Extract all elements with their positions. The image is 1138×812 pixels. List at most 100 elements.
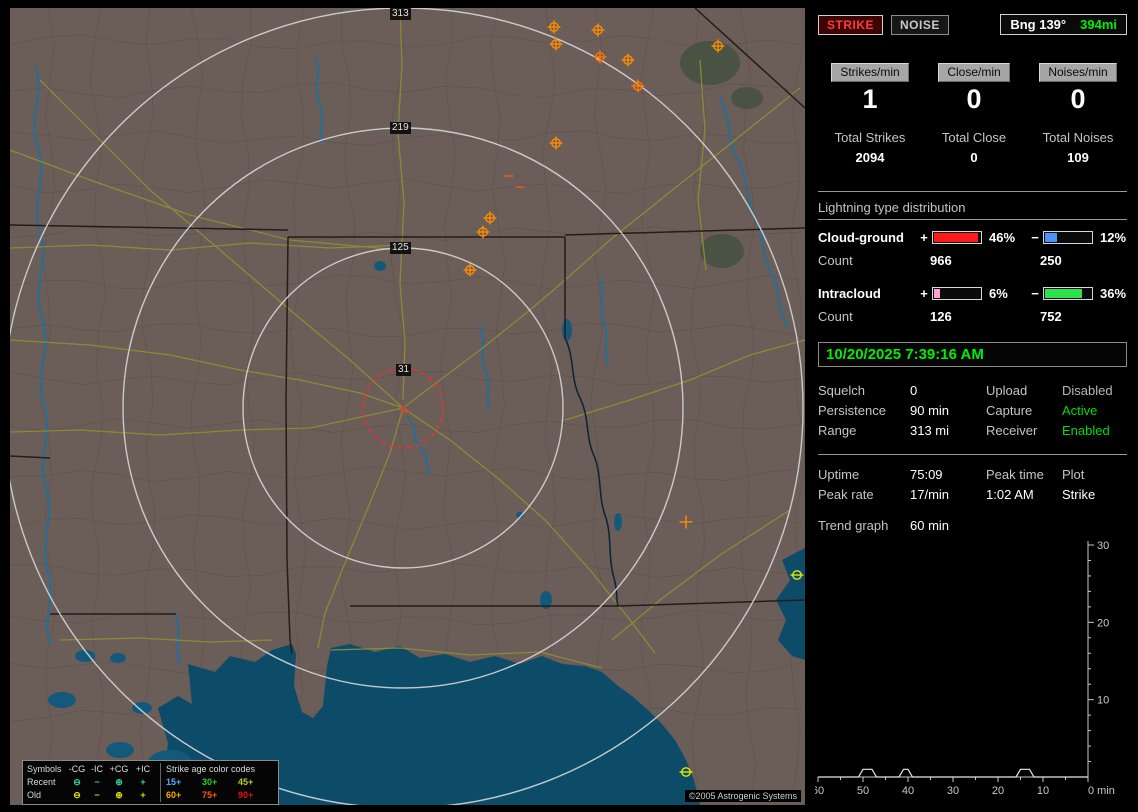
trend-axis-labels: 30 20 10 60 50 40 30 20 10 0 min [815, 540, 1115, 797]
strikes-per-min-label: Strikes/min [831, 63, 909, 82]
minus-sign: − [1031, 286, 1039, 301]
old-pos-cg-icon: ⊕ [115, 790, 123, 800]
peak-time-value: 1:02 AM [986, 487, 1034, 502]
age-30: 30+ [202, 777, 218, 787]
svg-text:20: 20 [1097, 617, 1109, 629]
recent-pos-ic-icon: + [140, 777, 146, 787]
squelch-label: Squelch [818, 383, 865, 398]
svg-text:20: 20 [992, 785, 1004, 797]
receiver-location-dot [401, 406, 405, 410]
old-neg-cg-icon: ⊖ [73, 790, 81, 800]
cg-minus-percent: 12% [1100, 230, 1127, 245]
distribution-title: Lightning type distribution [818, 200, 1127, 220]
strike-mode-button[interactable]: STRIKE [818, 14, 884, 35]
rate-labels-row: Strikes/min Close/min Noises/min [818, 63, 1130, 82]
svg-text:30: 30 [1097, 540, 1109, 552]
svg-text:0 min: 0 min [1088, 785, 1115, 797]
intracloud-label: Intracloud [818, 286, 881, 301]
trend-graph-label: Trend graph [818, 518, 889, 533]
capture-label: Capture [986, 403, 1033, 418]
svg-text:10: 10 [1037, 785, 1049, 797]
old-pos-ic-icon: + [140, 790, 146, 800]
uptime-label: Uptime [818, 467, 860, 482]
intracloud-counts: Count 126 752 [818, 309, 1130, 324]
trend-graph-range: 60 min [910, 518, 950, 533]
squelch-value: 0 [910, 383, 918, 398]
ic-minus-bar [1043, 287, 1093, 300]
cg-minus-bar [1043, 231, 1093, 244]
peak-rate-label: Peak rate [818, 487, 874, 502]
range-ring-label: 31 [396, 364, 412, 376]
count-label: Count [818, 309, 853, 324]
age-45: 45+ [238, 777, 254, 787]
total-noises-value: 109 [1067, 150, 1089, 165]
age-90: 90+ [238, 790, 254, 800]
count-label: Count [818, 253, 853, 268]
ic-minus-count: 752 [1040, 309, 1062, 324]
trend-graph-header: Trend graph 60 min [818, 518, 1130, 533]
bearing-readout: Bng 139° 394mi [1000, 14, 1127, 35]
upload-label: Upload [986, 383, 1028, 398]
map-legend: Symbols -CG -IC +CG +IC Recent ⊖ − ⊕ + O… [22, 760, 279, 805]
peak-time-label: Peak time [986, 467, 1044, 482]
peak-rate-value: 17/min [910, 487, 950, 502]
receiver-label: Receiver [986, 423, 1038, 438]
persistence-label: Persistence [818, 403, 886, 418]
legend-row-recent: Recent [27, 777, 56, 787]
minus-sign: − [1031, 230, 1039, 245]
intracloud-row: Intracloud + 6% − 36% [818, 286, 1130, 301]
range-ring-label: 125 [390, 242, 411, 254]
legend-symbols-header: Symbols [27, 764, 62, 774]
cg-plus-bar [932, 231, 982, 244]
svg-text:10: 10 [1097, 695, 1109, 707]
cg-plus-percent: 46% [989, 230, 1016, 245]
divider [818, 191, 1127, 192]
mode-toolbar: STRIKE NOISE Bng 139° 394mi [818, 14, 1130, 35]
plot-value: Strike [1062, 487, 1096, 502]
cloud-ground-row: Cloud-ground + 46% − 12% [818, 230, 1130, 245]
legend-col-neg-ic: -IC [91, 764, 103, 774]
plus-sign: + [920, 230, 928, 245]
cg-minus-count: 250 [1040, 253, 1062, 268]
bearing-value: 394mi [1080, 17, 1117, 32]
recent-neg-cg-icon: ⊖ [73, 777, 81, 787]
noise-mode-button[interactable]: NOISE [891, 14, 949, 35]
noises-per-min-value: 0 [1070, 84, 1086, 114]
svg-text:30: 30 [947, 785, 959, 797]
range-label: Range [818, 423, 857, 438]
bearing-label: Bng 139° [1010, 17, 1067, 32]
cg-plus-count: 966 [930, 253, 952, 268]
app-window: 313 219 125 31 Symbols -CG -IC +CG +IC Rece… [0, 0, 1138, 812]
close-per-min-value: 0 [966, 84, 982, 114]
persistence-value: 90 min [910, 403, 950, 418]
age-codes-title: Strike age color codes [166, 764, 256, 774]
total-close-label: Total Close [941, 130, 1007, 145]
trend-data-line [818, 768, 1088, 778]
total-strikes-label: Total Strikes [834, 130, 906, 145]
upload-status: Disabled [1062, 383, 1113, 398]
cloud-ground-label: Cloud-ground [818, 230, 904, 245]
trend-graph: 30 20 10 60 50 40 30 20 10 0 min [815, 540, 1115, 797]
age-75: 75+ [202, 790, 218, 800]
legend-col-pos-ic: +IC [135, 764, 151, 774]
cloud-ground-counts: Count 966 250 [818, 253, 1130, 268]
total-noises-label: Total Noises [1042, 130, 1114, 145]
range-value: 313 mi [910, 423, 950, 438]
copyright-notice: ©2005 Astrogenic Systems [684, 790, 801, 802]
ic-plus-bar [932, 287, 982, 300]
strikes-per-min-value: 1 [862, 84, 878, 114]
totals-row: Total Strikes 2094 Total Close 0 Total N… [818, 130, 1130, 165]
svg-text:50: 50 [857, 785, 869, 797]
legend-row-old: Old [27, 790, 42, 800]
plot-label: Plot [1062, 467, 1085, 482]
plus-sign: + [920, 286, 928, 301]
datetime-display: 10/20/2025 7:39:16 AM [818, 342, 1127, 367]
ic-minus-percent: 36% [1100, 286, 1127, 301]
noises-per-min-label: Noises/min [1039, 63, 1117, 82]
receiver-settings: Squelch 0 Upload Disabled Persistence 90… [818, 381, 1130, 441]
lightning-map[interactable]: 313 219 125 31 Symbols -CG -IC +CG +IC Rece… [10, 8, 805, 805]
old-neg-ic-icon: − [94, 790, 100, 800]
capture-status: Active [1062, 403, 1098, 418]
range-ring-label: 219 [390, 122, 411, 134]
rate-values-row: 1 0 0 [818, 84, 1130, 114]
